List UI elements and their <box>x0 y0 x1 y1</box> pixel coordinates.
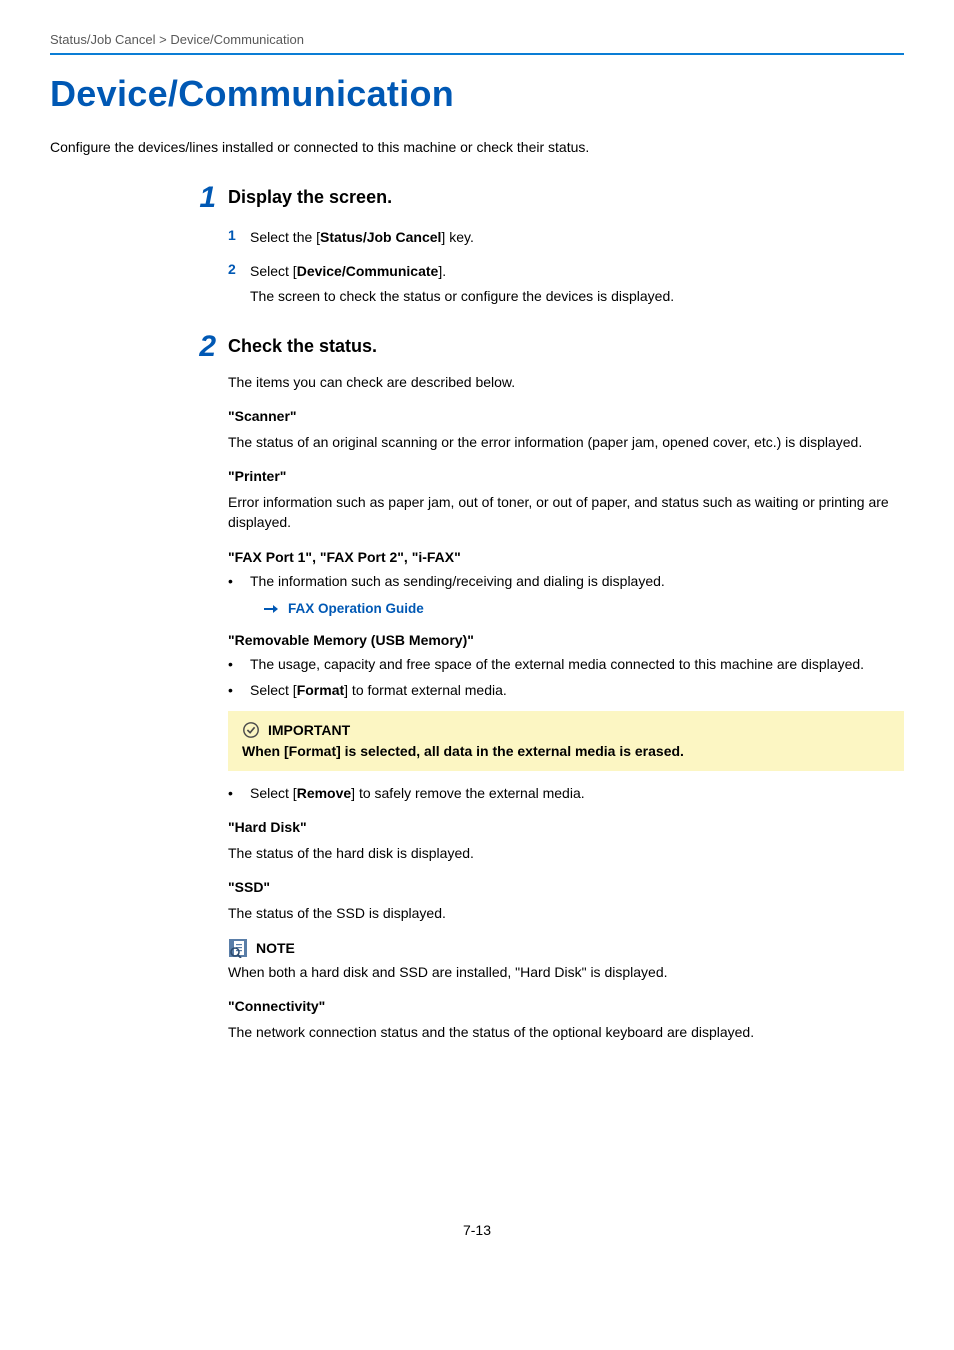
note-body: When both a hard disk and SSD are instal… <box>228 962 904 982</box>
page-number: 7-13 <box>50 1222 904 1238</box>
ssd-body: The status of the SSD is displayed. <box>228 903 904 923</box>
subhead-ssd: "SSD" <box>228 879 904 895</box>
document-page: Status/Job Cancel > Device/Communication… <box>0 0 954 1278</box>
step-2-header: 2 Check the status. <box>188 332 904 362</box>
hdd-body: The status of the hard disk is displayed… <box>228 843 904 863</box>
substep-2: 2 Select [Device/Communicate]. <box>228 261 904 281</box>
page-title: Device/Communication <box>50 73 904 115</box>
text-bold: Format <box>297 682 344 698</box>
bullet-text: Select [Remove] to safely remove the ext… <box>250 783 585 803</box>
note-header: NOTE <box>228 938 904 958</box>
important-label: IMPORTANT <box>268 722 350 738</box>
removable-bullet-3: • Select [Remove] to safely remove the e… <box>228 783 904 803</box>
text-bold: Device/Communicate <box>297 263 439 279</box>
bullet-marker: • <box>228 783 250 803</box>
intro-text: Configure the devices/lines installed or… <box>50 139 904 155</box>
step-number: 1 <box>188 183 228 213</box>
bullet-text: The usage, capacity and free space of th… <box>250 654 864 674</box>
note-icon <box>228 938 248 958</box>
subhead-hdd: "Hard Disk" <box>228 819 904 835</box>
step-number: 2 <box>188 332 228 362</box>
text-bold: Status/Job Cancel <box>320 229 441 245</box>
step-title: Check the status. <box>228 332 377 357</box>
bullet-marker: • <box>228 654 250 674</box>
subhead-connectivity: "Connectivity" <box>228 998 904 1014</box>
link-label: FAX Operation Guide <box>288 601 424 616</box>
text-bold: Remove <box>297 785 351 801</box>
scanner-body: The status of an original scanning or th… <box>228 432 904 452</box>
text-fragment: Select [ <box>250 263 297 279</box>
bullet-text: Select [Format] to format external media… <box>250 680 507 700</box>
removable-bullet-1: • The usage, capacity and free space of … <box>228 654 904 674</box>
text-fragment: Select [ <box>250 785 297 801</box>
bullet-marker: • <box>228 571 250 591</box>
removable-bullet-2: • Select [Format] to format external med… <box>228 680 904 700</box>
important-header: IMPORTANT <box>242 721 890 739</box>
step-title: Display the screen. <box>228 183 392 208</box>
text-fragment: Select [ <box>250 682 297 698</box>
printer-body: Error information such as paper jam, out… <box>228 492 904 533</box>
arrow-right-icon <box>264 604 278 614</box>
subhead-printer: "Printer" <box>228 468 904 484</box>
subhead-fax: "FAX Port 1", "FAX Port 2", "i-FAX" <box>228 549 904 565</box>
step-1-header: 1 Display the screen. <box>188 183 904 213</box>
subhead-removable: "Removable Memory (USB Memory)" <box>228 632 904 648</box>
substep-1: 1 Select the [Status/Job Cancel] key. <box>228 227 904 247</box>
text-fragment: ] key. <box>441 229 473 245</box>
fax-guide-link[interactable]: FAX Operation Guide <box>264 601 904 616</box>
important-callout: IMPORTANT When [Format] is selected, all… <box>228 711 904 771</box>
text-fragment: ] to format external media. <box>344 682 507 698</box>
important-body: When [Format] is selected, all data in t… <box>242 743 890 759</box>
connectivity-body: The network connection status and the st… <box>228 1022 904 1042</box>
substep-number: 1 <box>228 227 250 247</box>
text-fragment: ] to safely remove the external media. <box>351 785 584 801</box>
step2-intro: The items you can check are described be… <box>228 372 904 392</box>
fax-bullet: • The information such as sending/receiv… <box>228 571 904 591</box>
substep-text: Select the [Status/Job Cancel] key. <box>250 227 474 247</box>
substep-follow-text: The screen to check the status or config… <box>250 288 904 304</box>
substep-number: 2 <box>228 261 250 281</box>
checkmark-circle-icon <box>242 721 260 739</box>
note-label: NOTE <box>256 940 295 956</box>
subhead-scanner: "Scanner" <box>228 408 904 424</box>
bullet-marker: • <box>228 680 250 700</box>
text-fragment: Select the [ <box>250 229 320 245</box>
bullet-text: The information such as sending/receivin… <box>250 571 665 591</box>
breadcrumb: Status/Job Cancel > Device/Communication <box>50 32 904 47</box>
divider <box>50 53 904 55</box>
substep-text: Select [Device/Communicate]. <box>250 261 446 281</box>
text-fragment: ]. <box>438 263 446 279</box>
